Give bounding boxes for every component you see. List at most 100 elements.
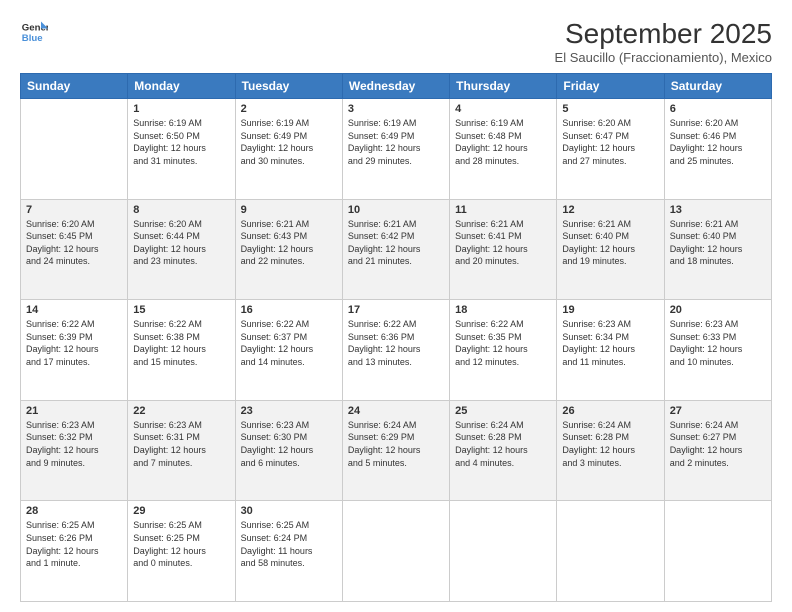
day-info: Sunrise: 6:25 AM Sunset: 6:24 PM Dayligh… (241, 519, 337, 569)
calendar-header-friday: Friday (557, 74, 664, 99)
day-info: Sunrise: 6:20 AM Sunset: 6:45 PM Dayligh… (26, 218, 122, 268)
day-info: Sunrise: 6:24 AM Sunset: 6:29 PM Dayligh… (348, 419, 444, 469)
calendar-cell: 10 Sunrise: 6:21 AM Sunset: 6:42 PM Dayli… (342, 199, 449, 300)
calendar-cell: 3 Sunrise: 6:19 AM Sunset: 6:49 PM Daylig… (342, 99, 449, 200)
page-subtitle: El Saucillo (Fraccionamiento), Mexico (555, 50, 772, 65)
day-info: Sunrise: 6:24 AM Sunset: 6:27 PM Dayligh… (670, 419, 766, 469)
day-number: 13 (670, 204, 766, 216)
day-info: Sunrise: 6:25 AM Sunset: 6:26 PM Dayligh… (26, 519, 122, 569)
calendar-cell: 29 Sunrise: 6:25 AM Sunset: 6:25 PM Dayli… (128, 501, 235, 602)
day-info: Sunrise: 6:19 AM Sunset: 6:50 PM Dayligh… (133, 117, 229, 167)
day-info: Sunrise: 6:21 AM Sunset: 6:42 PM Dayligh… (348, 218, 444, 268)
calendar-cell (450, 501, 557, 602)
day-number: 29 (133, 505, 229, 517)
calendar-cell: 15 Sunrise: 6:22 AM Sunset: 6:38 PM Dayli… (128, 300, 235, 401)
calendar-cell: 12 Sunrise: 6:21 AM Sunset: 6:40 PM Dayli… (557, 199, 664, 300)
calendar-cell: 30 Sunrise: 6:25 AM Sunset: 6:24 PM Dayli… (235, 501, 342, 602)
day-number: 21 (26, 405, 122, 417)
calendar-header-wednesday: Wednesday (342, 74, 449, 99)
calendar-cell: 6 Sunrise: 6:20 AM Sunset: 6:46 PM Daylig… (664, 99, 771, 200)
day-number: 17 (348, 304, 444, 316)
calendar-cell (664, 501, 771, 602)
calendar-cell: 21 Sunrise: 6:23 AM Sunset: 6:32 PM Dayli… (21, 400, 128, 501)
calendar-cell: 14 Sunrise: 6:22 AM Sunset: 6:39 PM Dayli… (21, 300, 128, 401)
calendar-cell: 9Sunrise: 6:21 AM Sunset: 6:43 PM Daylig… (235, 199, 342, 300)
day-number: 14 (26, 304, 122, 316)
calendar-cell: 16Sunrise: 6:22 AM Sunset: 6:37 PM Dayli… (235, 300, 342, 401)
calendar-cell (557, 501, 664, 602)
day-info: Sunrise: 6:22 AM Sunset: 6:38 PM Dayligh… (133, 318, 229, 368)
calendar-cell: 23 Sunrise: 6:23 AM Sunset: 6:30 PM Dayli… (235, 400, 342, 501)
day-info: Sunrise: 6:19 AM Sunset: 6:48 PM Dayligh… (455, 117, 551, 167)
day-info: Sunrise: 6:24 AM Sunset: 6:28 PM Dayligh… (455, 419, 551, 469)
svg-text:Blue: Blue (22, 33, 43, 44)
day-info: Sunrise: 6:20 AM Sunset: 6:47 PM Dayligh… (562, 117, 658, 167)
page-title: September 2025 (555, 18, 772, 50)
calendar-cell: 26 Sunrise: 6:24 AM Sunset: 6:28 PM Dayli… (557, 400, 664, 501)
day-number: 9 (241, 204, 337, 216)
calendar-cell: 25 Sunrise: 6:24 AM Sunset: 6:28 PM Dayli… (450, 400, 557, 501)
day-number: 16 (241, 304, 337, 316)
day-info: Sunrise: 6:24 AM Sunset: 6:28 PM Dayligh… (562, 419, 658, 469)
day-info: Sunrise: 6:19 AM Sunset: 6:49 PM Dayligh… (348, 117, 444, 167)
title-block: September 2025 El Saucillo (Fraccionamie… (555, 18, 772, 65)
calendar-cell: 1 Sunrise: 6:19 AM Sunset: 6:50 PM Daylig… (128, 99, 235, 200)
day-info: Sunrise: 6:20 AM Sunset: 6:44 PM Dayligh… (133, 218, 229, 268)
calendar-cell (342, 501, 449, 602)
day-info: Sunrise: 6:23 AM Sunset: 6:30 PM Dayligh… (241, 419, 337, 469)
day-info: Sunrise: 6:21 AM Sunset: 6:40 PM Dayligh… (670, 218, 766, 268)
day-number: 5 (562, 103, 658, 115)
calendar-cell: 27 Sunrise: 6:24 AM Sunset: 6:27 PM Dayli… (664, 400, 771, 501)
calendar-table: SundayMondayTuesdayWednesdayThursdayFrid… (20, 73, 772, 602)
calendar-cell: 19Sunrise: 6:23 AM Sunset: 6:34 PM Dayli… (557, 300, 664, 401)
calendar-cell: 20Sunrise: 6:23 AM Sunset: 6:33 PM Dayli… (664, 300, 771, 401)
day-number: 2 (241, 103, 337, 115)
day-info: Sunrise: 6:23 AM Sunset: 6:33 PM Dayligh… (670, 318, 766, 368)
day-number: 4 (455, 103, 551, 115)
logo: General Blue (20, 18, 48, 46)
calendar-header-saturday: Saturday (664, 74, 771, 99)
day-info: Sunrise: 6:19 AM Sunset: 6:49 PM Dayligh… (241, 117, 337, 167)
day-number: 25 (455, 405, 551, 417)
calendar-cell: 4 Sunrise: 6:19 AM Sunset: 6:48 PM Daylig… (450, 99, 557, 200)
calendar-cell: 24Sunrise: 6:24 AM Sunset: 6:29 PM Dayli… (342, 400, 449, 501)
calendar-header-tuesday: Tuesday (235, 74, 342, 99)
day-number: 27 (670, 405, 766, 417)
day-number: 7 (26, 204, 122, 216)
day-info: Sunrise: 6:23 AM Sunset: 6:32 PM Dayligh… (26, 419, 122, 469)
day-info: Sunrise: 6:21 AM Sunset: 6:40 PM Dayligh… (562, 218, 658, 268)
day-number: 12 (562, 204, 658, 216)
day-number: 8 (133, 204, 229, 216)
day-number: 15 (133, 304, 229, 316)
day-info: Sunrise: 6:22 AM Sunset: 6:36 PM Dayligh… (348, 318, 444, 368)
day-info: Sunrise: 6:21 AM Sunset: 6:41 PM Dayligh… (455, 218, 551, 268)
calendar-cell: 5 Sunrise: 6:20 AM Sunset: 6:47 PM Daylig… (557, 99, 664, 200)
calendar-cell: 8 Sunrise: 6:20 AM Sunset: 6:44 PM Daylig… (128, 199, 235, 300)
day-info: Sunrise: 6:20 AM Sunset: 6:46 PM Dayligh… (670, 117, 766, 167)
calendar-header-sunday: Sunday (21, 74, 128, 99)
calendar-cell: 13 Sunrise: 6:21 AM Sunset: 6:40 PM Dayli… (664, 199, 771, 300)
day-number: 28 (26, 505, 122, 517)
day-info: Sunrise: 6:25 AM Sunset: 6:25 PM Dayligh… (133, 519, 229, 569)
calendar-header-monday: Monday (128, 74, 235, 99)
calendar-cell (21, 99, 128, 200)
day-number: 23 (241, 405, 337, 417)
day-info: Sunrise: 6:23 AM Sunset: 6:31 PM Dayligh… (133, 419, 229, 469)
day-number: 11 (455, 204, 551, 216)
day-number: 3 (348, 103, 444, 115)
calendar-cell: 28 Sunrise: 6:25 AM Sunset: 6:26 PM Dayli… (21, 501, 128, 602)
calendar-cell: 11 Sunrise: 6:21 AM Sunset: 6:41 PM Dayli… (450, 199, 557, 300)
calendar-cell: 2 Sunrise: 6:19 AM Sunset: 6:49 PM Daylig… (235, 99, 342, 200)
day-info: Sunrise: 6:22 AM Sunset: 6:39 PM Dayligh… (26, 318, 122, 368)
day-info: Sunrise: 6:23 AM Sunset: 6:34 PM Dayligh… (562, 318, 658, 368)
day-number: 30 (241, 505, 337, 517)
day-info: Sunrise: 6:22 AM Sunset: 6:35 PM Dayligh… (455, 318, 551, 368)
calendar-cell: 17 Sunrise: 6:22 AM Sunset: 6:36 PM Dayli… (342, 300, 449, 401)
day-number: 1 (133, 103, 229, 115)
day-number: 22 (133, 405, 229, 417)
day-number: 26 (562, 405, 658, 417)
calendar-cell: 18Sunrise: 6:22 AM Sunset: 6:35 PM Dayli… (450, 300, 557, 401)
day-number: 6 (670, 103, 766, 115)
day-number: 10 (348, 204, 444, 216)
calendar-cell: 22 Sunrise: 6:23 AM Sunset: 6:31 PM Dayli… (128, 400, 235, 501)
